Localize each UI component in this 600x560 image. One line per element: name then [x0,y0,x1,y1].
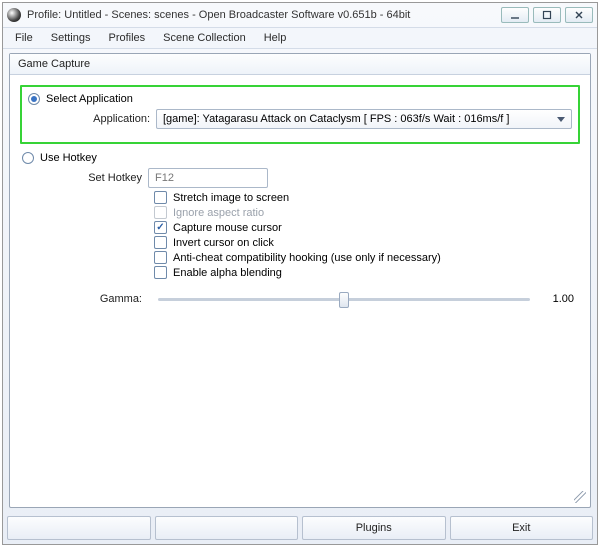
bottom-cell-1 [7,516,151,540]
select-application-group: Select Application Application: [game]: … [20,85,580,144]
game-capture-dialog: Game Capture Select Application Applicat… [9,53,591,508]
radio-use-hotkey[interactable] [22,152,34,164]
application-label: Application: [28,113,156,125]
checkbox-anticheat[interactable] [154,251,167,264]
application-value: [game]: Yatagarasu Attack on Cataclysm [… [163,113,509,125]
checkbox-alpha[interactable] [154,266,167,279]
checkbox-capture-cursor-label: Capture mouse cursor [173,222,282,234]
checkbox-alpha-label: Enable alpha blending [173,267,282,279]
gamma-label: Gamma: [20,293,148,305]
menu-scene-collection[interactable]: Scene Collection [155,30,254,46]
bottom-cell-2 [155,516,299,540]
set-hotkey-label: Set Hotkey [20,172,148,184]
close-button[interactable] [565,7,593,23]
minimize-button[interactable] [501,7,529,23]
close-icon [574,10,584,20]
set-hotkey-field[interactable]: F12 [148,168,268,188]
gamma-value: 1.00 [540,293,580,305]
checkbox-stretch-label: Stretch image to screen [173,192,289,204]
set-hotkey-value: F12 [155,172,174,184]
menu-file[interactable]: File [7,30,41,46]
app-icon [7,8,21,22]
menu-settings[interactable]: Settings [43,30,99,46]
checkbox-capture-cursor[interactable] [154,221,167,234]
resize-grip-icon[interactable] [574,491,586,503]
gamma-slider-thumb[interactable] [339,292,349,308]
dialog-title: Game Capture [10,54,590,75]
minimize-icon [510,10,520,20]
checkbox-invert-cursor-label: Invert cursor on click [173,237,274,249]
radio-select-application[interactable] [28,93,40,105]
radio-select-application-label: Select Application [46,93,133,105]
application-combobox[interactable]: [game]: Yatagarasu Attack on Cataclysm [… [156,109,572,129]
window-titlebar: Profile: Untitled - Scenes: scenes - Ope… [3,3,597,27]
radio-use-hotkey-label: Use Hotkey [40,152,97,164]
checkbox-invert-cursor[interactable] [154,236,167,249]
checkbox-ignore-aspect-label: Ignore aspect ratio [173,207,264,219]
checkbox-anticheat-label: Anti-cheat compatibility hooking (use on… [173,252,441,264]
checkbox-stretch[interactable] [154,191,167,204]
checkbox-ignore-aspect [154,206,167,219]
bottom-button-row: Plugins Exit [3,512,597,544]
window-title: Profile: Untitled - Scenes: scenes - Ope… [27,9,501,21]
exit-button[interactable]: Exit [450,516,594,540]
maximize-button[interactable] [533,7,561,23]
gamma-slider[interactable] [158,298,530,301]
plugins-button[interactable]: Plugins [302,516,446,540]
maximize-icon [542,10,552,20]
menu-profiles[interactable]: Profiles [100,30,153,46]
menu-help[interactable]: Help [256,30,295,46]
menu-bar: File Settings Profiles Scene Collection … [3,27,597,49]
